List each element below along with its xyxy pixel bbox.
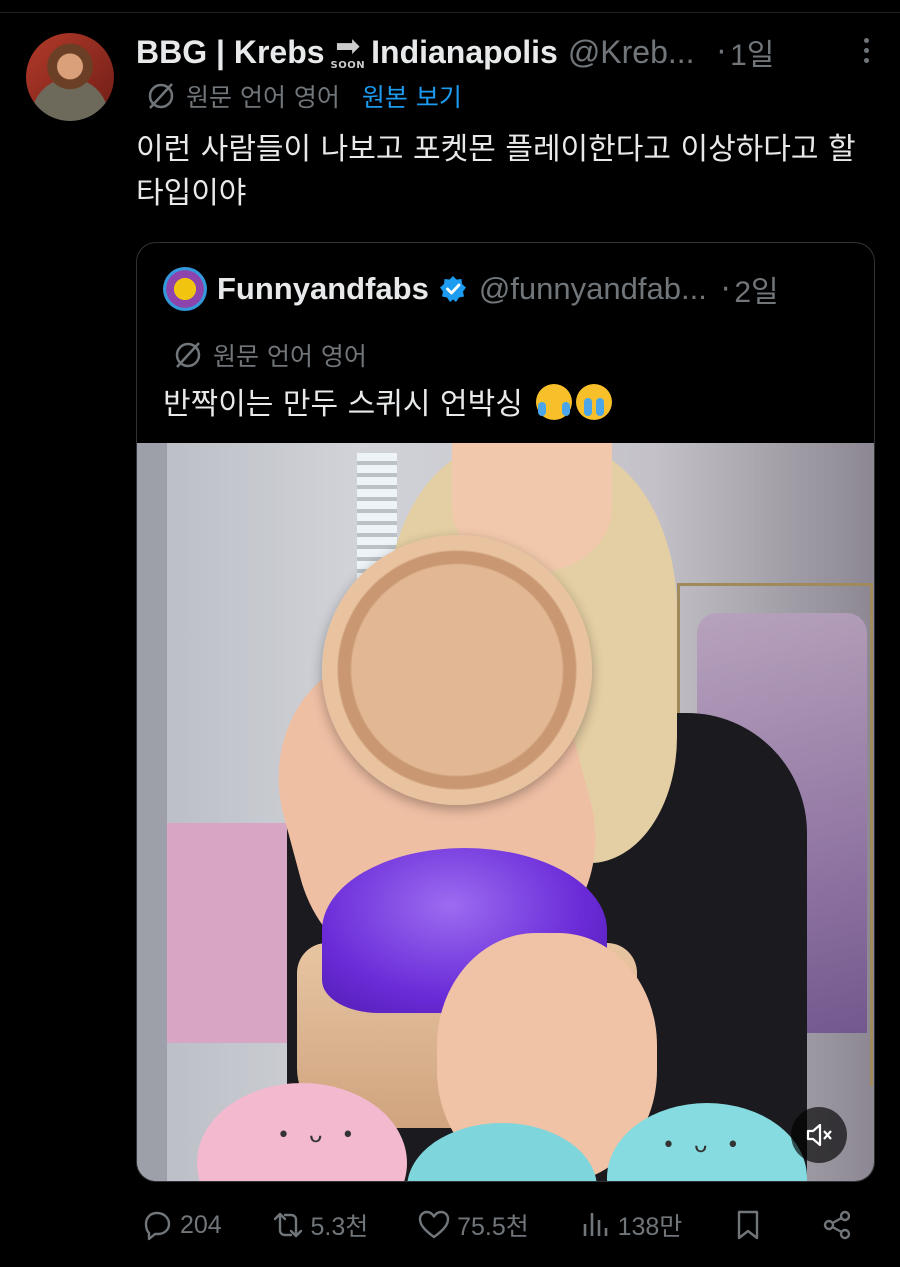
translate-icon [175, 342, 201, 368]
quoted-translation-row: 원문 언어 영어 [173, 337, 367, 373]
mute-button[interactable] [791, 1107, 847, 1163]
action-bar: 204 5.3천 75.5천 138만 [140, 1195, 860, 1255]
views-chart-icon [583, 1213, 607, 1236]
share-icon [823, 1210, 851, 1240]
quoted-author-name[interactable]: Funnyandfabs [217, 271, 429, 307]
separator-dot: · [720, 271, 731, 307]
separator-dot: · [716, 34, 727, 70]
repost-button[interactable]: 5.3천 [271, 1207, 369, 1243]
video-steamer-lid [322, 535, 592, 805]
top-divider [0, 12, 900, 13]
video-player[interactable]: • ᴗ • • ᴗ • [137, 443, 874, 1181]
author-handle[interactable]: @Kreb... [568, 34, 695, 71]
like-count: 75.5천 [457, 1213, 529, 1241]
post-time[interactable]: 1일 [730, 30, 774, 74]
views-count: 138만 [617, 1213, 683, 1241]
video-background-shelf [167, 823, 307, 1043]
reply-icon [144, 1211, 171, 1241]
post-header: BBG | Krebs ➡ SOON Indianapolis @Kreb...… [136, 30, 870, 74]
bookmark-icon [737, 1210, 759, 1240]
like-button[interactable]: 75.5천 [417, 1207, 529, 1243]
quoted-post-text: 반짝이는 만두 스퀴시 언박싱 [163, 379, 613, 423]
repost-count: 5.3천 [310, 1213, 369, 1241]
translation-label: 원문 언어 영어 [186, 83, 340, 112]
author-location[interactable]: Indianapolis [371, 34, 558, 71]
video-background-door [137, 443, 167, 1181]
soon-arrow-icon: ➡ SOON [330, 28, 366, 71]
views-button[interactable]: 138만 [578, 1207, 683, 1243]
quoted-author-handle[interactable]: @funnyandfab... [479, 271, 707, 307]
post-text: 이런 사람들이 나보고 포켓몬 플레이한다고 이상하다고 할 타입이야 [136, 132, 856, 211]
crying-emoji-icon [576, 384, 613, 420]
translate-icon [148, 83, 174, 109]
verified-badge-icon [439, 276, 466, 302]
author-avatar[interactable] [26, 33, 114, 121]
quoted-post-time[interactable]: 2일 [734, 267, 778, 311]
quoted-post-header: Funnyandfabs @funnyandfab... · 2일 [217, 265, 854, 313]
speaker-muted-icon [806, 1123, 832, 1147]
reply-count: 204 [180, 1210, 222, 1239]
author-name[interactable]: BBG | Krebs [136, 34, 325, 71]
quoted-author-avatar[interactable] [163, 267, 207, 311]
more-options-icon[interactable] [862, 38, 872, 68]
show-original-link[interactable]: 원본 보기 [362, 78, 462, 114]
share-button[interactable] [820, 1208, 860, 1242]
reply-button[interactable]: 204 [140, 1208, 222, 1242]
bookmark-button[interactable] [731, 1208, 771, 1242]
translation-row: 원문 언어 영어 원본 보기 [146, 78, 462, 114]
quoted-post[interactable]: Funnyandfabs @funnyandfab... · 2일 원문 언어 … [136, 242, 875, 1182]
quoted-translation-label: 원문 언어 영어 [213, 342, 367, 371]
heart-icon [418, 1210, 450, 1239]
laughing-tears-emoji-icon [536, 384, 573, 420]
repost-icon [273, 1212, 302, 1238]
